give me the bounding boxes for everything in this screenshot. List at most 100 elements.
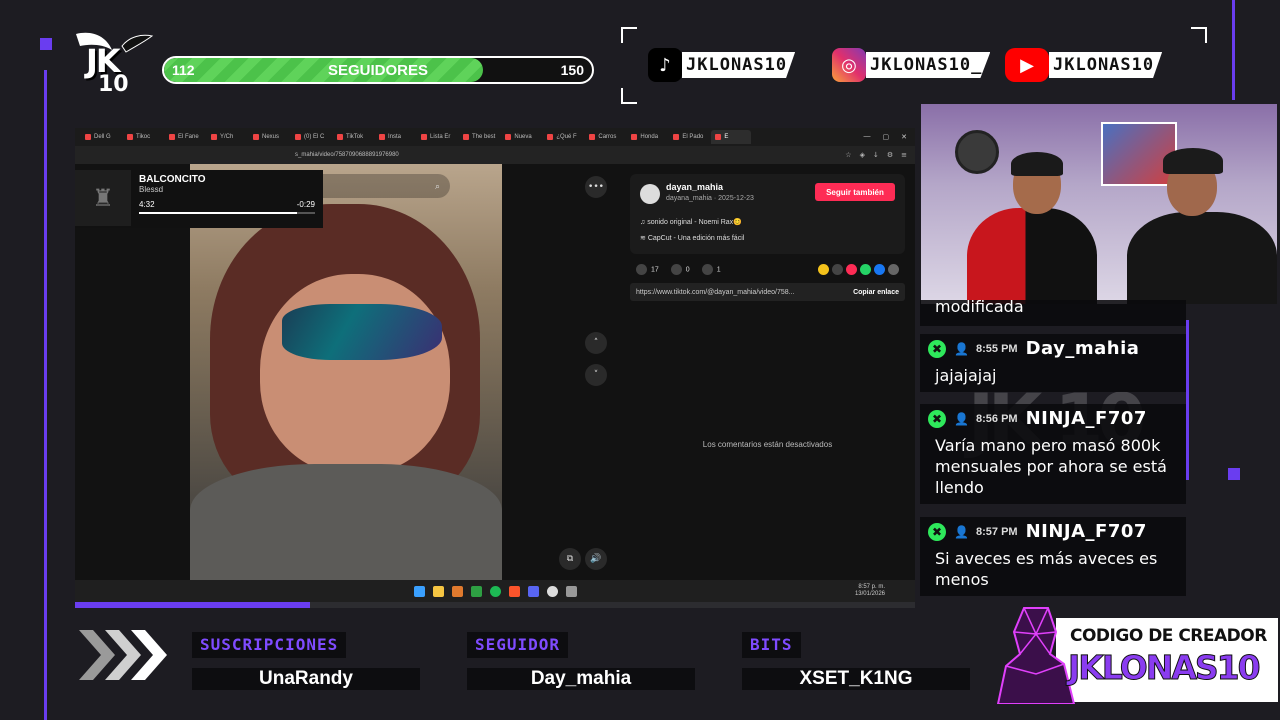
volume-button[interactable]: 🔊 — [585, 548, 607, 570]
brave-icon[interactable] — [508, 585, 520, 597]
tab-favicon-icon — [379, 134, 385, 140]
chat-username: Day_mahia — [1025, 338, 1140, 359]
emoji-share-icon[interactable] — [818, 264, 829, 275]
copy-link-button[interactable]: Copiar enlace — [853, 289, 899, 296]
browser-tab[interactable]: Carros — [585, 130, 625, 144]
star-icon[interactable]: ☆ — [845, 151, 851, 159]
tab-label: Honda — [640, 134, 659, 140]
track-progress-bar — [139, 212, 315, 214]
creator-code-value: JKLONAS10 — [1068, 648, 1262, 688]
browser-tab[interactable]: Insta — [375, 130, 415, 144]
bracket-top-left — [621, 27, 637, 43]
browser-tab[interactable]: Y/Ch — [207, 130, 247, 144]
settings-icon[interactable]: ⚙ — [887, 151, 893, 159]
browser-tab[interactable]: El Pado — [669, 130, 709, 144]
tab-favicon-icon — [85, 134, 91, 140]
tab-favicon-icon — [127, 134, 133, 140]
browser-tab[interactable]: El Fane — [165, 130, 205, 144]
menu-icon[interactable]: ≡ — [901, 151, 907, 159]
tiktok-page: lacionado ⌕ ••• ˄ ˅ ⧉ 🔊 dayan_mahia daya… — [75, 164, 915, 580]
maximize-icon[interactable]: ▢ — [883, 133, 890, 141]
latest-follower: SEGUIDOR Day_mahia — [467, 632, 695, 690]
friends-share-icon[interactable] — [846, 264, 857, 275]
chat-time: 8:55 PM — [976, 342, 1018, 355]
video-frame-sunglasses — [282, 304, 442, 360]
tab-favicon-icon — [337, 134, 343, 140]
download-icon[interactable]: ↓ — [873, 151, 879, 159]
capcut-text: CapCut - Una edición más fácil — [647, 235, 745, 242]
taskbar-clock[interactable]: 8:57 p. m. 13/01/2026 — [855, 584, 885, 598]
video-details-panel: dayan_mahia dayana_mahia · 2025-12-23 Se… — [630, 174, 905, 301]
chat-username: NINJA_F707 — [1025, 521, 1147, 542]
app-icon[interactable] — [451, 585, 463, 597]
address-url[interactable]: s_mahia/video/7587090688891976980 — [295, 152, 399, 158]
tab-favicon-icon — [505, 134, 512, 140]
extensions-icon[interactable]: ◈ — [860, 151, 865, 159]
browser-tab[interactable]: Honda — [627, 130, 667, 144]
pip-button[interactable]: ⧉ — [559, 548, 581, 570]
minimize-icon[interactable]: — — [864, 133, 871, 141]
stream-progress-fill — [75, 602, 311, 608]
bookmark-icon — [701, 264, 713, 275]
browser-tab[interactable]: The best — [459, 130, 499, 144]
media-overlay: ♜ BALCONCITO Blessd 4:32 -0:29 — [75, 170, 323, 228]
frame-right-line — [1232, 0, 1235, 100]
next-video-button[interactable]: ˅ — [585, 364, 607, 386]
browser-tab[interactable]: Nexus — [249, 130, 289, 144]
like-button[interactable]: 17 — [636, 264, 659, 275]
comment-button[interactable]: 0 — [670, 264, 690, 275]
browser-tab[interactable]: (0) El C — [291, 130, 331, 144]
previous-video-button[interactable]: ˄ — [585, 332, 607, 354]
facebook-icon[interactable] — [874, 264, 885, 275]
whatsapp-icon[interactable] — [860, 264, 871, 275]
tab-label: Insta — [388, 134, 402, 140]
close-icon[interactable]: ✕ — [901, 133, 907, 141]
chat-badge-icon: ✖ — [928, 409, 946, 428]
tab-label: Dell G — [94, 134, 111, 140]
browser-tab[interactable]: Nueva — [501, 130, 541, 144]
author-subline: dayana_mahia · 2025-12-23 — [666, 195, 754, 202]
social-handle-tiktok: JKLONAS10 — [682, 52, 796, 78]
browser-tab[interactable]: Tikoc — [123, 130, 163, 144]
frame-square-left — [40, 38, 52, 50]
chat-message-text: Si aveces es más aveces es menos — [935, 549, 1158, 589]
tab-label: Carros — [598, 134, 617, 140]
bits-name: XSET_K1NG — [742, 668, 970, 690]
address-bar[interactable]: s_mahia/video/7587090688891976980 ☆ ◈ ↓ … — [75, 146, 915, 164]
chat-message: ✖ 👤 8:57 PM NINJA_F707 Si aveces es más ave… — [920, 517, 1186, 596]
share-arrow-icon[interactable] — [888, 264, 899, 275]
social-youtube: ▶ JKLONAS10 — [1005, 48, 1163, 82]
chevrons-icon — [79, 630, 167, 680]
share-icons — [818, 264, 899, 275]
sound-link[interactable]: ♫ sonido original - Noemi Rax😊 — [640, 218, 742, 226]
steam-icon[interactable] — [565, 585, 577, 597]
spotify-icon[interactable] — [489, 585, 501, 597]
discord-icon[interactable] — [527, 585, 539, 597]
start-icon[interactable] — [413, 585, 425, 597]
save-count: 1 — [716, 266, 721, 274]
browser-tab[interactable]: Dell G — [81, 130, 121, 144]
browser-tab[interactable]: ¿Qué F — [543, 130, 583, 144]
browser-tab[interactable]: Lista Er — [417, 130, 457, 144]
chat-badge-icon: ✖ — [928, 339, 946, 358]
chat-message-text: Varía mano pero masó 800k mensuales por … — [935, 436, 1167, 497]
author-card: dayan_mahia dayana_mahia · 2025-12-23 Se… — [630, 174, 905, 254]
tab-favicon-icon — [547, 134, 554, 140]
file-explorer-icon[interactable] — [432, 585, 444, 597]
youtube-icon: ▶ — [1005, 48, 1049, 82]
avatar[interactable] — [640, 184, 660, 204]
capcut-link[interactable]: ≋ CapCut - Una edición más fácil — [640, 234, 744, 242]
more-options-button[interactable]: ••• — [585, 176, 607, 198]
tab-label: The best — [472, 134, 496, 140]
author-username[interactable]: dayan_mahia — [666, 182, 723, 192]
follow-button[interactable]: Seguir también — [815, 183, 895, 201]
xbox-icon[interactable] — [470, 585, 482, 597]
video-link[interactable]: https://www.tiktok.com/@dayan_mahia/vide… — [636, 289, 794, 296]
follower-goal-bar: 112 SEGUIDORES 150 — [162, 56, 594, 84]
obs-icon[interactable] — [546, 585, 558, 597]
embed-icon[interactable] — [832, 264, 843, 275]
search-icon[interactable]: ⌕ — [435, 181, 440, 192]
browser-tab[interactable]: E — [711, 130, 752, 144]
save-button[interactable]: 1 — [701, 264, 721, 275]
browser-tab[interactable]: TikTok — [333, 130, 373, 144]
